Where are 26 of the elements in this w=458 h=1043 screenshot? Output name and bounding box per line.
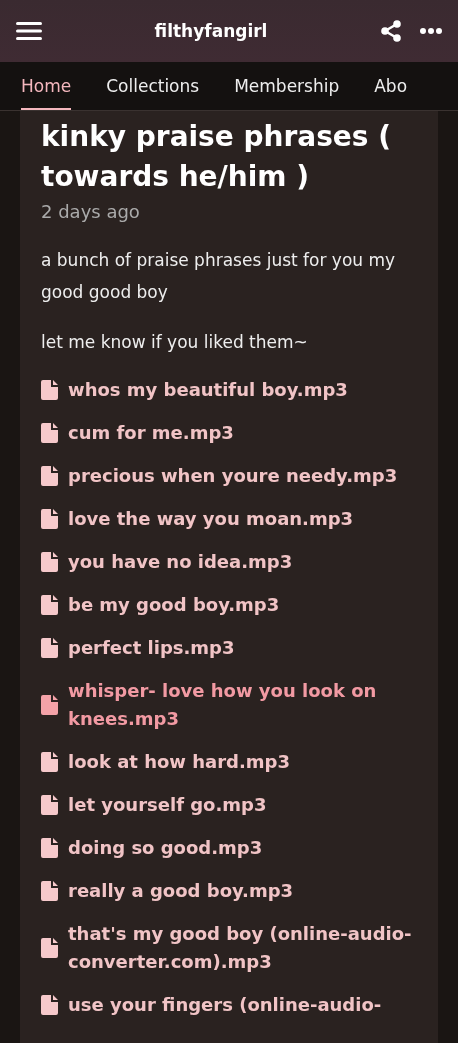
nav-tab[interactable]: Abo <box>353 62 408 110</box>
attachment-link[interactable]: look at how hard.mp3 <box>68 748 290 776</box>
more-icon[interactable] <box>420 28 442 34</box>
attachment-link[interactable]: that's my good boy (online-audio-converter.com).mp3 <box>68 920 418 976</box>
nav-tab[interactable]: Membership <box>213 62 340 110</box>
nav-tab[interactable]: Collections <box>85 62 200 110</box>
menu-icon[interactable] <box>16 21 42 41</box>
attachment-link[interactable]: cum for me.mp3 <box>68 419 234 447</box>
share-icon[interactable] <box>380 20 402 42</box>
attachment-link[interactable]: whos my beautiful boy.mp3 <box>68 376 348 404</box>
attachment-link[interactable]: you have no idea.mp3 <box>68 548 293 576</box>
post-paragraph: a bunch of praise phrases just for you my good good boy <box>41 249 397 304</box>
post-title: kinky praise phrases ( towards he/him ) <box>41 119 393 195</box>
nav-tab[interactable]: Home <box>0 62 72 110</box>
post-paragraph: let me know if you liked them~ <box>41 331 309 354</box>
post-time: 2 days ago <box>41 201 140 222</box>
attachment-link[interactable]: let yourself go.mp3 <box>68 791 267 819</box>
attachment-link[interactable]: use your fingers (online-audio- <box>68 991 382 1019</box>
attachment-link[interactable]: really a good boy.mp3 <box>68 877 294 905</box>
attachment-link[interactable]: precious when youre needy.mp3 <box>68 462 398 490</box>
attachment-link[interactable]: doing so good.mp3 <box>68 834 263 862</box>
attachment-link[interactable]: perfect lips.mp3 <box>68 634 235 662</box>
creator-name: filthyfangirl <box>153 21 269 41</box>
attachment-link[interactable]: whisper- love how you look on knees.mp3 <box>68 677 418 733</box>
attachment-link[interactable]: love the way you moan.mp3 <box>68 505 354 533</box>
attachment-link[interactable]: be my good boy.mp3 <box>68 591 280 619</box>
